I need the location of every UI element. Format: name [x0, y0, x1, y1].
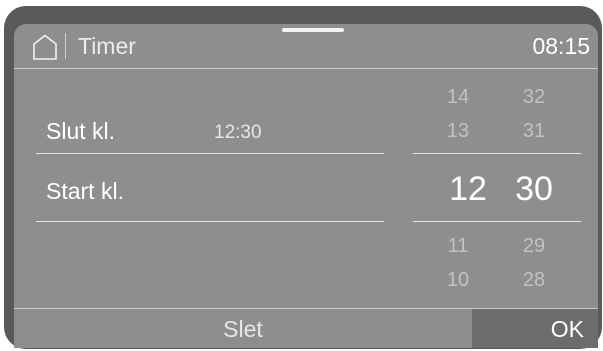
- picker-divider: [413, 153, 581, 154]
- minute-selected[interactable]: 30: [499, 170, 569, 209]
- minute-option[interactable]: 29: [504, 235, 564, 258]
- clock-display: 08:15: [532, 33, 590, 59]
- minute-option[interactable]: 28: [504, 269, 564, 292]
- end-time-value: 12:30: [214, 122, 262, 143]
- hour-selected[interactable]: 12: [433, 170, 503, 209]
- minute-option[interactable]: 31: [504, 120, 564, 143]
- header-separator: [65, 33, 66, 59]
- start-time-label[interactable]: Start kl.: [46, 178, 124, 205]
- delete-button[interactable]: Slet: [14, 309, 472, 348]
- minute-option[interactable]: 32: [504, 86, 564, 109]
- device-frame: Timer 08:15 Slut kl. 12:30 Start kl. 14 …: [4, 6, 602, 349]
- display-screen: Timer 08:15 Slut kl. 12:30 Start kl. 14 …: [14, 24, 598, 348]
- ok-button[interactable]: OK: [472, 309, 598, 348]
- hour-option[interactable]: 14: [428, 86, 488, 109]
- end-time-label[interactable]: Slut kl.: [46, 118, 115, 145]
- home-icon[interactable]: [32, 34, 58, 60]
- hour-option[interactable]: 10: [428, 269, 488, 292]
- hour-option[interactable]: 11: [428, 235, 488, 258]
- row-divider: [36, 153, 384, 154]
- hour-option[interactable]: 13: [428, 120, 488, 143]
- picker-divider: [413, 221, 581, 222]
- drag-handle[interactable]: [282, 28, 344, 32]
- row-divider: [36, 221, 384, 222]
- page-title: Timer: [78, 33, 136, 59]
